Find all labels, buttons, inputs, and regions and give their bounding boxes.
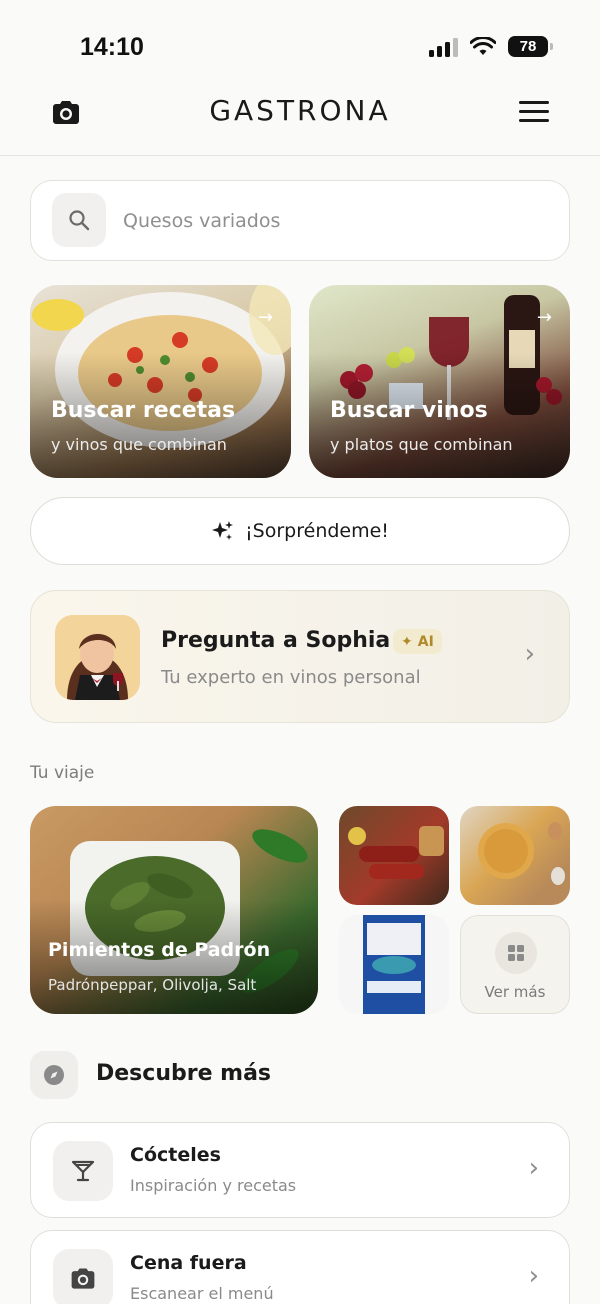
chevron-right-icon: › [524,639,535,669]
app-header: GASTRONA [0,88,600,156]
journey-subtitle: Padrónpeppar, Olivolja, Salt [48,976,257,994]
compass-icon [30,1051,78,1099]
search-icon [52,193,106,247]
status-time: 14:10 [80,33,144,61]
chevron-right-icon: › [528,1261,539,1291]
chevron-right-icon: › [528,1153,539,1183]
see-more-button[interactable]: Ver más [460,915,570,1014]
list-item-title: Cena fuera [130,1252,247,1274]
search-recipes-card[interactable]: → Buscar recetas y vinos que combinan [30,285,291,478]
dine-out-item[interactable]: Cena fuera Escanear el menú › [30,1230,570,1304]
discover-title: Descubre más [96,1061,272,1086]
wifi-icon [470,36,496,55]
sparkle-icon: ✦ [401,633,413,650]
journey-section-label: Tu viaje [30,763,95,783]
feature-title: Buscar recetas [51,398,236,423]
journey-thumbnail-sausages[interactable] [339,806,449,905]
feature-title: Buscar vinos [330,398,488,423]
list-item-subtitle: Escanear el menú [130,1284,274,1303]
journey-thumbnail-wine-bottle[interactable] [339,915,449,1014]
search-wines-card[interactable]: → Buscar vinos y platos que combinan [309,285,570,478]
cocktails-item[interactable]: Cócteles Inspiración y recetas › [30,1122,570,1218]
camera-icon [53,1249,113,1304]
surprise-button[interactable]: ¡Sorpréndeme! [30,497,570,565]
list-item-subtitle: Inspiración y recetas [130,1176,297,1195]
search-input[interactable] [123,199,543,243]
battery-indicator: 78 [508,36,553,57]
ask-sophia-card[interactable]: Pregunta a Sophia ✦ AI Tu experto en vin… [30,590,570,723]
ai-badge: ✦ AI [393,629,442,654]
journey-title: Pimientos de Padrón [48,939,271,961]
signal-icon [429,37,458,57]
ai-badge-label: AI [417,633,434,650]
sophia-avatar [55,615,140,700]
surprise-label: ¡Sorpréndeme! [245,520,389,542]
status-bar: 14:10 78 [0,0,600,90]
grid-icon [495,932,537,974]
sophia-title: Pregunta a Sophia [161,628,391,653]
app-logo: GASTRONA [209,94,391,127]
cocktail-icon [53,1141,113,1201]
list-item-title: Cócteles [130,1144,221,1166]
feature-subtitle: y platos que combinan [330,435,513,454]
arrow-right-icon: → [536,307,552,328]
search-bar[interactable] [30,180,570,261]
journey-thumbnail-tortilla[interactable] [460,806,570,905]
status-icons: 78 [429,36,553,57]
arrow-right-icon: → [257,307,273,328]
see-more-label: Ver más [484,983,546,1001]
menu-icon[interactable] [519,101,549,123]
journey-main-card[interactable]: Pimientos de Padrón Padrónpeppar, Olivol… [30,806,318,1014]
sophia-subtitle: Tu experto en vinos personal [161,667,421,688]
feature-subtitle: y vinos que combinan [51,435,227,454]
sparkle-icon [212,521,234,540]
